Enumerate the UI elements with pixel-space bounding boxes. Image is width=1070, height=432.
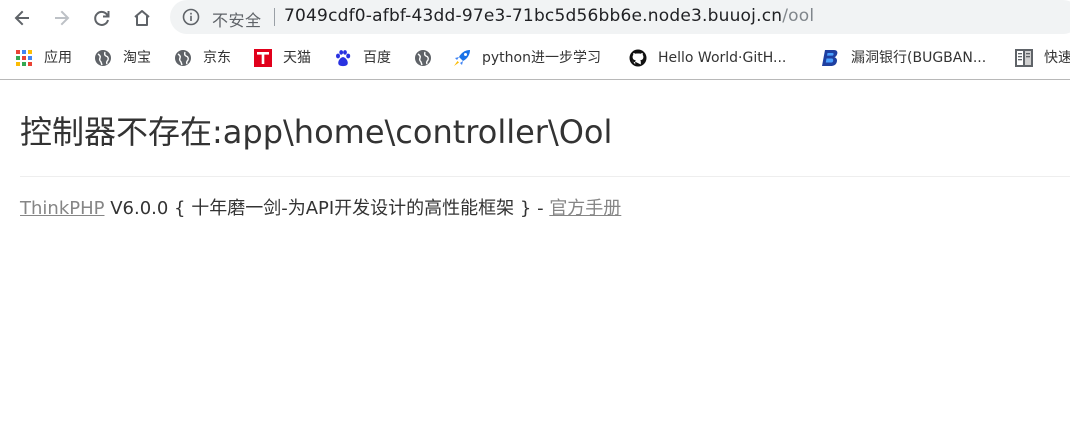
security-status-label[interactable]: 不安全 [212,7,262,31]
bookmark-label: 应用 [44,50,72,66]
globe-icon [95,50,111,66]
bookmark-kuaisu[interactable]: 快速 [1015,47,1070,69]
rocket-icon [454,50,470,66]
bookmarks-bar: 应用 淘宝 京东 天猫 百度 python进一步学习 Hello World·G… [0,36,1070,80]
info-icon[interactable] [182,8,200,26]
bookmark-label: 漏洞银行(BUGBAN... [851,50,987,66]
apps-grid-icon [16,50,32,66]
browser-toolbar: 不安全 7049cdf0-afbf-43dd-97e3-71bc5d56bb6e… [0,0,1070,36]
bookmark-label: 百度 [363,50,391,66]
globe-icon [175,50,191,66]
bookmark-tmall[interactable]: 天猫 [254,47,311,69]
forward-button[interactable] [48,4,76,32]
footer-text: V6.0.0 { 十年磨一剑-为API开发设计的高性能框架 } - [104,198,550,219]
divider [20,176,1070,177]
bookmark-taobao[interactable]: 淘宝 [94,47,151,69]
bookmark-label: 天猫 [283,50,311,66]
home-icon [134,10,150,26]
home-button[interactable] [128,4,156,32]
bookmark-label: 快速 [1044,50,1070,66]
bugbank-icon [822,50,838,66]
baidu-paw-icon [336,50,351,67]
bookmark-github[interactable]: Hello World·GitH... [629,47,786,69]
bookmark-label: 淘宝 [123,50,151,66]
thinkphp-link[interactable]: ThinkPHP [20,198,104,219]
address-separator [274,8,275,26]
tmall-icon [254,49,272,67]
page-content: 控制器不存在:app\home\controller\Ool ThinkPHP … [0,81,1070,432]
bookmark-globe-untitled[interactable] [414,47,443,69]
bookmark-label: python进一步学习 [482,50,601,66]
bookmark-apps[interactable]: 应用 [15,47,72,69]
url-path: /ool [782,6,815,26]
reload-icon [94,10,110,26]
bookmark-label: 京东 [203,50,231,66]
bookmark-bugbank[interactable]: 漏洞银行(BUGBAN... [822,47,986,69]
forward-arrow-icon [55,10,70,26]
url-host: 7049cdf0-afbf-43dd-97e3-71bc5d56bb6e.nod… [284,6,783,26]
bookmark-python[interactable]: python进一步学习 [453,47,601,69]
github-icon [629,49,647,67]
bookmark-label: Hello World·GitH... [658,50,787,66]
framework-footer: ThinkPHP V6.0.0 { 十年磨一剑-为API开发设计的高性能框架 }… [20,194,621,220]
bookmark-jd[interactable]: 京东 [174,47,231,69]
reload-button[interactable] [88,4,116,32]
bookmark-baidu[interactable]: 百度 [334,47,391,69]
address-bar[interactable]: 不安全 7049cdf0-afbf-43dd-97e3-71bc5d56bb6e… [170,0,1070,34]
manual-link[interactable]: 官方手册 [549,198,621,219]
back-button[interactable] [8,4,36,32]
error-title: 控制器不存在:app\home\controller\Ool [20,113,613,151]
bookmark-page-icon [1015,49,1033,67]
back-arrow-icon [14,10,29,26]
url-text[interactable]: 7049cdf0-afbf-43dd-97e3-71bc5d56bb6e.nod… [284,6,814,26]
globe-icon [415,50,431,66]
